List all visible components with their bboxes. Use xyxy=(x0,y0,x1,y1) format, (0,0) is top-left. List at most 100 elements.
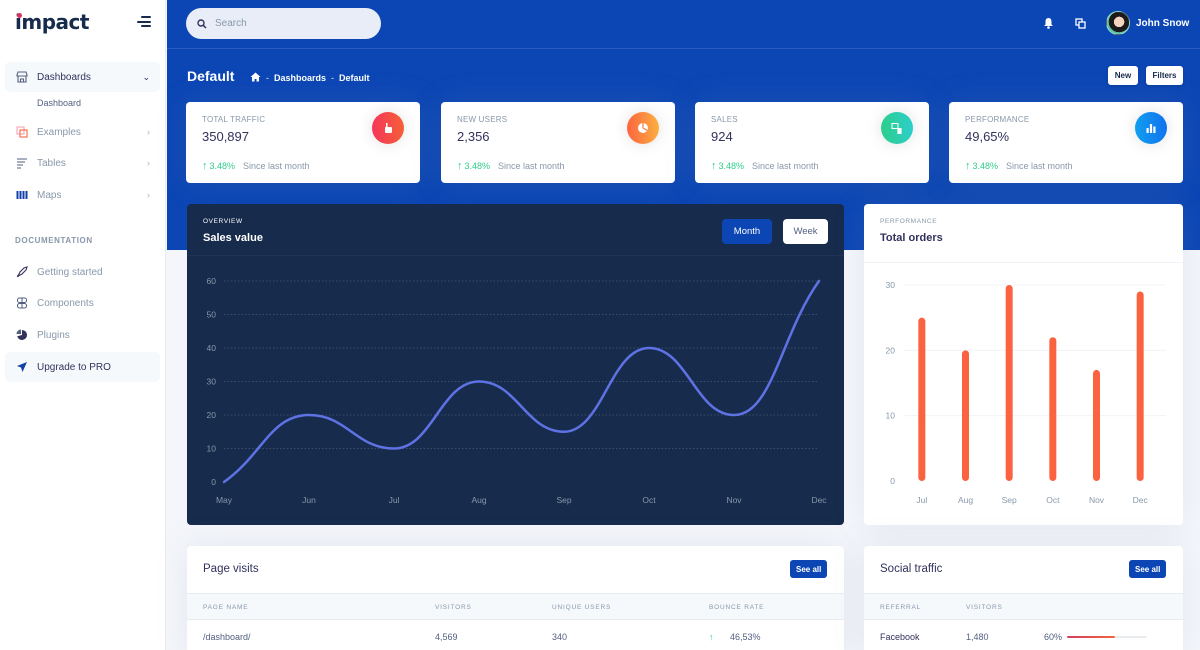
arrow-up-icon: ↑ xyxy=(202,160,208,172)
breadcrumb-current: Default xyxy=(339,73,370,83)
stat-value: 350,897 xyxy=(202,129,249,144)
orders-title: Total orders xyxy=(880,232,943,244)
user-name: John Snow xyxy=(1136,17,1190,29)
bar xyxy=(1049,337,1057,481)
chevron-right-icon: › xyxy=(147,158,150,168)
sidebar-toggle-icon[interactable] xyxy=(137,16,151,28)
stat-card-performance: PERFORMANCE 49,65% ↑ 3.48% Since last mo… xyxy=(949,102,1183,183)
progress-fill xyxy=(1067,636,1115,638)
x-tick-label: Aug xyxy=(471,495,486,505)
sidebar-item-label: Dashboards xyxy=(37,71,91,83)
stat-value: 924 xyxy=(711,129,733,144)
sales-overline: OVERVIEW xyxy=(203,218,243,225)
y-tick-label: 20 xyxy=(207,410,217,420)
sidebar-item-upgrade[interactable]: Upgrade to PRO xyxy=(5,352,160,382)
pie-chart-icon xyxy=(627,112,659,144)
stat-label: TOTAL TRAFFIC xyxy=(202,115,266,124)
topbar-divider xyxy=(167,48,1200,49)
stat-since: Since last month xyxy=(498,161,565,171)
sidebar-item-tables[interactable]: Tables › xyxy=(5,148,160,178)
components-icon xyxy=(15,296,29,310)
sidebar: impact Dashboards ⌄ Dashboard Examples ›… xyxy=(0,0,166,650)
search-box[interactable] xyxy=(186,8,381,39)
sidebar-item-label: Components xyxy=(37,297,94,309)
sidebar-item-label: Upgrade to PRO xyxy=(37,361,111,373)
sidebar-item-getting-started[interactable]: Getting started xyxy=(5,257,160,287)
sidebar-item-plugins[interactable]: Plugins xyxy=(5,320,160,350)
cell-visitors: 1,480 xyxy=(966,632,989,642)
stat-value: 2,356 xyxy=(457,129,490,144)
sidebar-subitem-dashboard[interactable]: Dashboard xyxy=(37,98,81,108)
total-orders-card: 0 10 20 30 Jul Aug Sep Oct Nov Dec PERFORMANCE To… xyxy=(864,204,1183,525)
bar xyxy=(918,317,926,481)
bar xyxy=(1136,291,1144,481)
sidebar-item-dashboards[interactable]: Dashboards ⌄ xyxy=(5,62,160,92)
breadcrumb-separator: - xyxy=(266,73,269,83)
column-header[interactable]: BOUNCE RATE xyxy=(709,604,764,611)
bar xyxy=(1005,285,1013,481)
sales-value-card: 0 10 20 30 40 50 60 May Jun Jul Aug Sep Oct Nov Dec OV… xyxy=(187,204,844,525)
breadcrumb: - Dashboards - Default xyxy=(250,72,370,84)
apps-icon[interactable] xyxy=(1075,16,1086,34)
y-tick-label: 20 xyxy=(886,345,896,355)
arrow-up-icon: ↑ xyxy=(711,160,717,172)
page-title: Default xyxy=(187,68,235,84)
sidebar-item-maps[interactable]: Maps › xyxy=(5,180,160,210)
x-tick-label: Oct xyxy=(1046,495,1060,505)
card-header-divider xyxy=(187,255,844,256)
stat-since: Since last month xyxy=(752,161,819,171)
stat-change: 3.48% xyxy=(972,161,999,171)
user-menu[interactable]: John Snow xyxy=(1106,11,1189,35)
column-header[interactable]: UNIQUE USERS xyxy=(552,604,611,611)
column-header[interactable]: REFERRAL xyxy=(880,604,921,611)
social-traffic-see-all-button[interactable]: See all xyxy=(1129,560,1167,578)
x-tick-label: Sep xyxy=(556,495,571,505)
bar xyxy=(1093,369,1100,481)
search-input[interactable] xyxy=(215,18,365,29)
stat-since: Since last month xyxy=(243,161,310,171)
bell-icon[interactable] xyxy=(1043,16,1054,34)
arrow-up-icon: ↑ xyxy=(965,160,971,172)
sidebar-item-examples[interactable]: Examples › xyxy=(5,117,160,147)
page-visits-see-all-button[interactable]: See all xyxy=(790,560,828,578)
y-tick-label: 50 xyxy=(207,310,217,320)
sidebar-item-components[interactable]: Components xyxy=(5,288,160,318)
stat-change: 3.48% xyxy=(718,161,745,171)
month-toggle-button[interactable]: Month xyxy=(722,219,772,244)
stat-trend: ↑ 3.48% Since last month xyxy=(202,160,310,172)
column-header[interactable]: VISITORS xyxy=(966,604,1003,611)
sidebar-item-label: Examples xyxy=(37,126,81,138)
cell-page-name: /dashboard/ xyxy=(203,632,251,642)
cell-percent: 60% xyxy=(1044,632,1063,642)
page-visits-card: Page visits See all PAGE NAME VISITORS U… xyxy=(187,546,844,650)
x-tick-label: Aug xyxy=(958,495,973,505)
y-tick-label: 30 xyxy=(886,280,896,290)
stat-card-total-traffic: TOTAL TRAFFIC 350,897 ↑ 3.48% Since last… xyxy=(186,102,420,183)
stat-card-sales: SALES 924 ↑ 3.48% Since last month xyxy=(695,102,929,183)
week-toggle-button[interactable]: Week xyxy=(783,219,828,244)
column-header[interactable]: VISITORS xyxy=(435,604,472,611)
sales-title: Sales value xyxy=(203,232,263,244)
stat-trend: ↑ 3.48% Since last month xyxy=(711,160,819,172)
x-tick-label: Dec xyxy=(1133,495,1149,505)
sidebar-item-label: Getting started xyxy=(37,266,103,278)
home-icon[interactable] xyxy=(250,72,261,84)
table-header: REFERRAL VISITORS xyxy=(864,593,1183,620)
breadcrumb-dashboards[interactable]: Dashboards xyxy=(274,73,326,83)
y-tick-label: 10 xyxy=(207,444,217,454)
x-tick-label: Jun xyxy=(302,495,316,505)
new-button[interactable]: New xyxy=(1108,66,1138,85)
x-tick-label: Jul xyxy=(916,495,927,505)
money-icon xyxy=(881,112,913,144)
documentation-heading: DOCUMENTATION xyxy=(15,236,93,245)
y-tick-label: 10 xyxy=(886,411,896,421)
cell-referral: Facebook xyxy=(880,632,920,642)
progress-bar xyxy=(1067,636,1147,638)
x-tick-label: Sep xyxy=(1002,495,1017,505)
avatar xyxy=(1106,11,1130,35)
brand-logo[interactable]: impact xyxy=(15,10,89,34)
column-header[interactable]: PAGE NAME xyxy=(203,604,248,611)
stat-trend: ↑ 3.48% Since last month xyxy=(457,160,565,172)
filters-button[interactable]: Filters xyxy=(1146,66,1183,85)
arrow-up-icon: ↑ xyxy=(709,632,714,642)
